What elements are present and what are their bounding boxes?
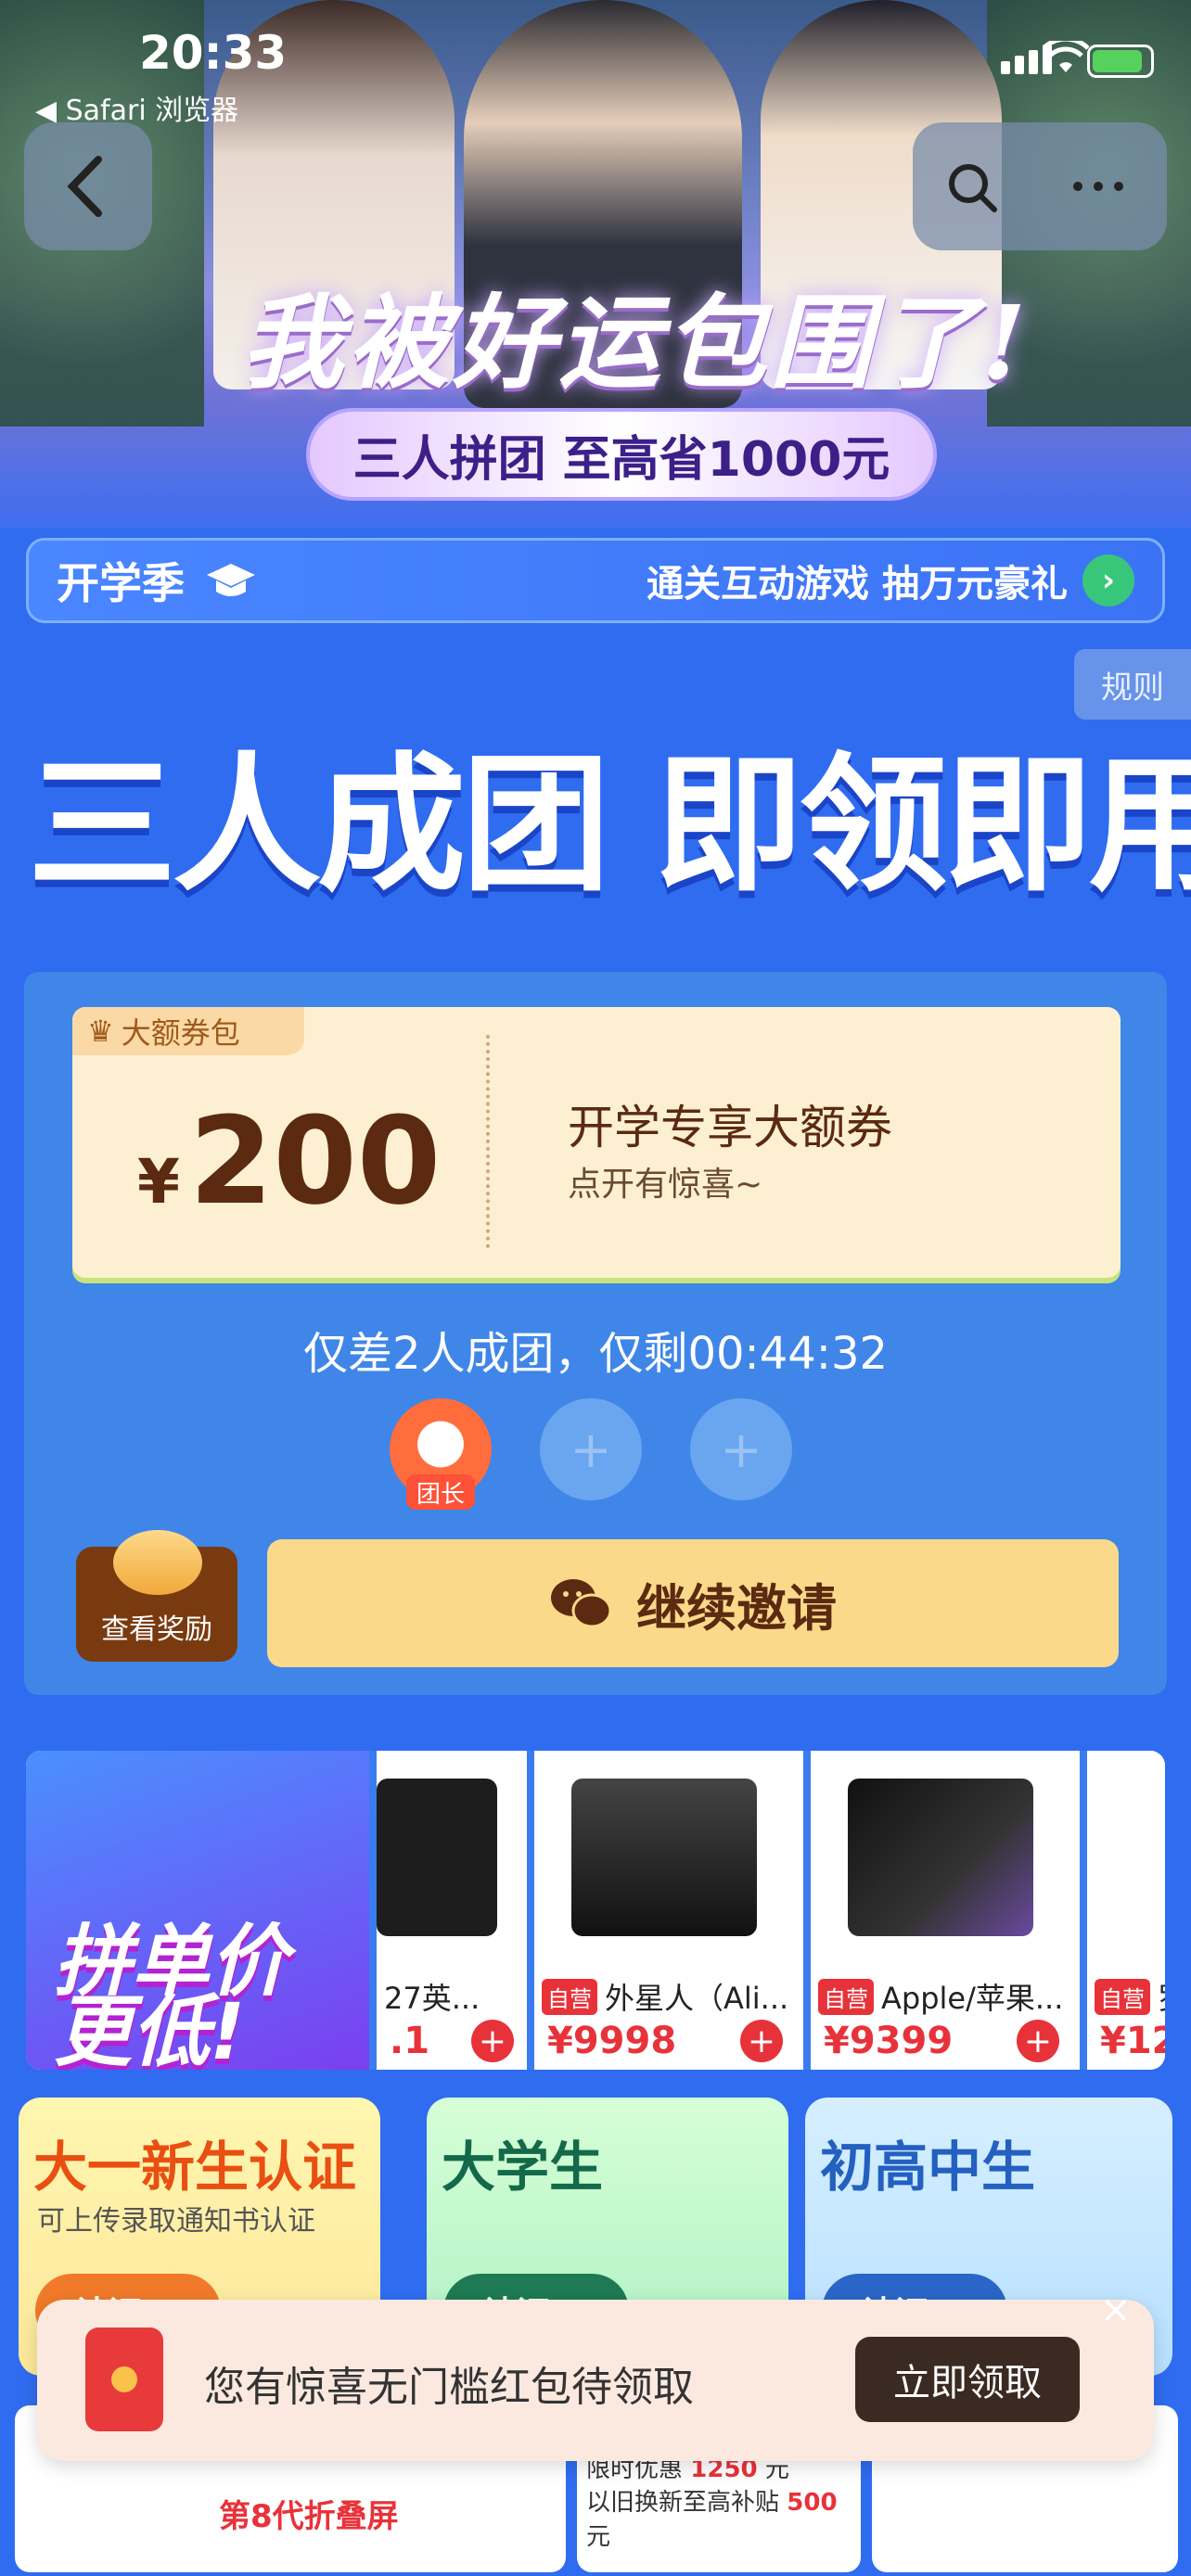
chevron-right-icon: › (1082, 555, 1134, 606)
hero-banner: 20:33 ◀ Safari 浏览器 我被好运包围了! 三人拼团 至高省1000… (0, 0, 1191, 529)
product-card[interactable]: 自营 外星人（Ali... ¥9998 + (527, 1751, 796, 2070)
search-icon[interactable] (944, 159, 1000, 215)
cert-title: 大学生 (442, 2136, 604, 2199)
view-reward-button[interactable]: 查看奖励 (76, 1530, 237, 1662)
chevron-left-icon (67, 156, 102, 217)
product-price: ¥9399 (824, 2020, 954, 2062)
promo-art[interactable]: 拼单价 更低! (26, 1751, 369, 2070)
self-run-badge: 自营 (818, 1978, 874, 2015)
claim-now-button[interactable]: 立即领取 (855, 2337, 1080, 2422)
cert-subtitle: 可上传录取通知书认证 (37, 2205, 315, 2238)
self-run-badge: 自营 (542, 1978, 597, 2015)
crown-icon: ♛ (87, 1014, 114, 1049)
self-run-badge: 自营 (1095, 1978, 1150, 2015)
product-name: 自营 外星人（Ali... (542, 1975, 792, 2018)
season-title: 开学季 (57, 558, 185, 608)
coupon-divider (486, 1035, 490, 1248)
add-cart-icon[interactable]: + (1017, 2020, 1059, 2062)
coupon-value: 200 (188, 1090, 442, 1231)
product-price: ¥9998 (547, 2020, 677, 2062)
group-countdown: 仅差2人成团，仅剩00:44:32 (302, 1328, 889, 1380)
close-icon[interactable]: × (1100, 2289, 1137, 2331)
wifi-icon (1043, 41, 1089, 72)
leader-badge: 团长 (406, 1474, 475, 1510)
group-coupon-panel: ♛ 大额券包 ¥ 200 开学专享大额券 点开有惊喜~ 仅差2人成团，仅剩00:… (24, 972, 1167, 1695)
group-price-products: 拼单价 更低! 27英... .1 + 自营 外星人（Ali... ¥9998 … (26, 1751, 1165, 2070)
coupon-title: 开学专享大额券 (568, 1101, 892, 1154)
add-cart-icon[interactable]: + (471, 2020, 514, 2062)
red-packet-toast: 您有惊喜无门槛红包待领取 立即领取 × (37, 2289, 1154, 2461)
product-name: 27英... (384, 1981, 480, 2016)
battery-icon (1087, 45, 1154, 78)
more-icon[interactable] (1070, 172, 1126, 200)
trade-in-line2: 以旧换新至高补贴 500 元 (586, 2489, 838, 2551)
product-name: 自营 Apple/苹果... (818, 1975, 1069, 2018)
back-button[interactable] (24, 122, 152, 250)
product-card[interactable]: 自营 罗 ¥125 (1080, 1751, 1165, 2070)
hero-title: 我被好运包围了! (241, 283, 1031, 402)
promo-art-text: 拼单价 更低! (54, 1922, 288, 2070)
continue-invite-label: 继续邀请 (636, 1578, 837, 1638)
foldable-phone-text: 第8代折叠屏 (219, 2498, 399, 2535)
graduation-cap-icon (207, 564, 255, 596)
coupon-tag-label: 大额券包 (121, 1015, 240, 1051)
season-promo-text: 通关互动游戏 抽万元豪礼 (647, 563, 1068, 606)
currency-symbol: ¥ (137, 1146, 180, 1218)
continue-invite-button[interactable]: 继续邀请 (267, 1539, 1119, 1667)
reward-coin-icon (113, 1530, 202, 1595)
product-card[interactable]: 自营 Apple/苹果... ¥9399 + (803, 1751, 1072, 2070)
product-price: ¥125 (1100, 2020, 1165, 2062)
status-bar: 20:33 ◀ Safari 浏览器 (0, 26, 1191, 127)
product-image (571, 1779, 757, 1936)
wechat-icon (551, 1579, 612, 1628)
coupon-amount: ¥ 200 (137, 1090, 441, 1231)
group-members: 团长 + + (390, 1398, 792, 1510)
product-image (848, 1779, 1033, 1936)
hero-subtitle: 三人拼团 至高省1000元 (306, 408, 937, 501)
add-cart-icon[interactable]: + (740, 2020, 783, 2062)
clock: 20:33 (139, 26, 288, 80)
cert-title: 初高中生 (820, 2136, 1036, 2199)
section-headline: 三人成团 即领即用 (28, 738, 1191, 912)
product-card[interactable]: 27英... .1 + (369, 1751, 527, 2070)
cert-title: 大一新生认证 (33, 2136, 357, 2199)
product-image (377, 1779, 497, 1936)
coupon-card[interactable]: ♛ 大额券包 ¥ 200 开学专享大额券 点开有惊喜~ (72, 1007, 1121, 1278)
coupon-subtitle: 点开有惊喜~ (568, 1166, 763, 1204)
coupon-tag: ♛ 大额券包 (72, 1007, 304, 1055)
toast-message: 您有惊喜无门槛红包待领取 (204, 2364, 694, 2411)
view-reward-label: 查看奖励 (101, 1613, 212, 1646)
empty-member-slot[interactable]: + (540, 1398, 642, 1500)
leader-avatar: 团长 (390, 1398, 492, 1510)
nav-actions (913, 122, 1167, 250)
season-banner[interactable]: 开学季 通关互动游戏 抽万元豪礼 › (26, 538, 1165, 623)
product-price: .1 (390, 2020, 430, 2062)
product-name: 自营 罗 (1095, 1975, 1165, 2018)
red-envelope-icon (85, 2327, 163, 2431)
empty-member-slot[interactable]: + (690, 1398, 792, 1500)
promo-art-line2: 更低! (54, 1985, 246, 2070)
